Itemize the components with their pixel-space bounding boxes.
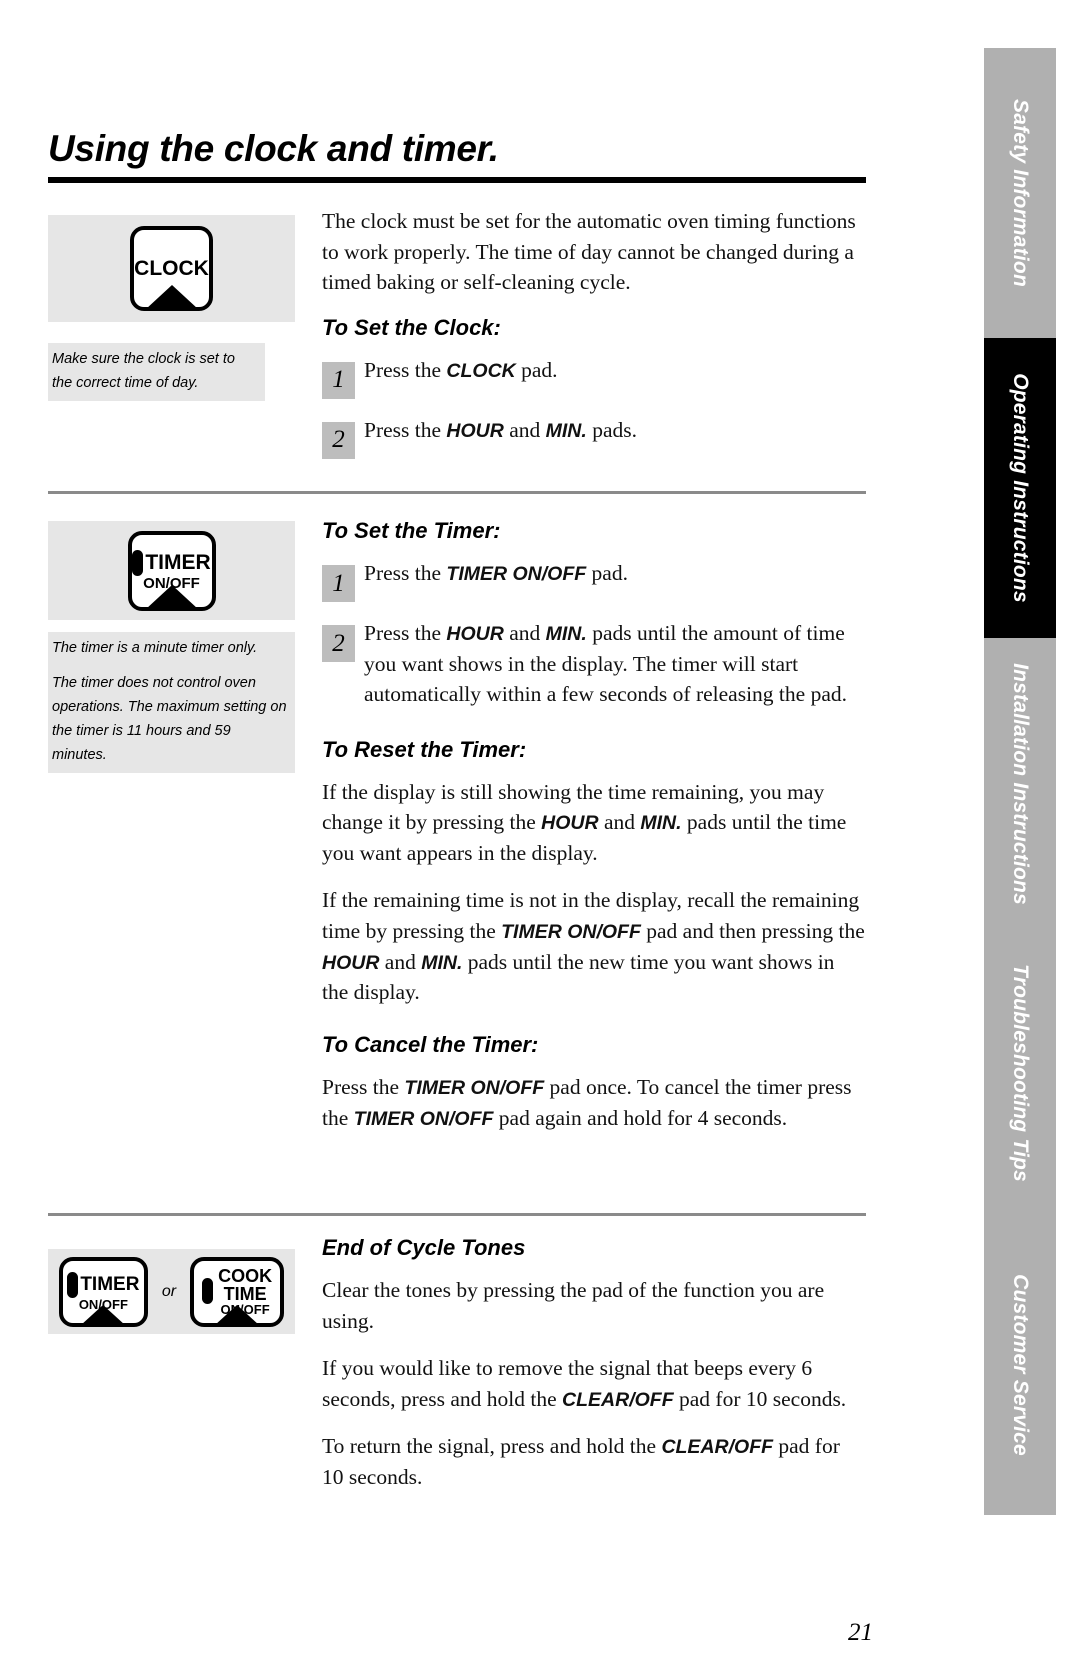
timer-cancel-heading: To Cancel the Timer: bbox=[322, 1031, 539, 1057]
tones-text-column: End of Cycle Tones Clear the tones by pr… bbox=[322, 1235, 866, 1509]
page-title: Using the clock and timer. bbox=[48, 128, 499, 169]
step-text: Press the HOUR and MIN. pads until the a… bbox=[364, 621, 847, 707]
timer-pad-label: TIMER bbox=[145, 551, 211, 575]
page-content: Using the clock and timer. CLOCK Make su… bbox=[0, 0, 895, 1669]
timer-note-2: The timer does not control oven operatio… bbox=[52, 674, 287, 763]
cook-pad-label-line1: COOK bbox=[218, 1265, 273, 1286]
step-number: 2 bbox=[322, 421, 355, 459]
timer-note: The timer is a minute timer only. The ti… bbox=[48, 632, 295, 773]
timer-step-2: 2 Press the HOUR and MIN. pads until the… bbox=[322, 618, 866, 710]
step-text: Press the CLOCK pad. bbox=[364, 357, 558, 382]
divider-after-clock bbox=[48, 491, 866, 494]
tab-operating-instructions[interactable]: Operating Instructions bbox=[984, 338, 1056, 638]
tab-troubleshooting-tips[interactable]: Troubleshooting Tips bbox=[984, 930, 1056, 1215]
clock-pad-illustration: CLOCK bbox=[48, 215, 295, 322]
tones-pads-illustration: TIMER ON/OFF or COOK TIME ON/OFF bbox=[48, 1249, 295, 1334]
tab-label: Troubleshooting Tips bbox=[1009, 963, 1033, 1182]
pad-notch-icon bbox=[145, 584, 198, 607]
clock-gutter: CLOCK Make sure the clock is set to the … bbox=[48, 215, 295, 401]
pad-indicator-icon bbox=[202, 1278, 214, 1305]
tones-p2: If you would like to remove the signal t… bbox=[322, 1356, 847, 1411]
timer-step-1: 1 Press the TIMER ON/OFF pad. bbox=[322, 558, 866, 602]
clock-note-text: Make sure the clock is set to the correc… bbox=[52, 351, 235, 391]
pad-notch-icon bbox=[215, 1304, 260, 1323]
timer-cancel-p: Press the TIMER ON/OFF pad once. To canc… bbox=[322, 1074, 852, 1130]
tones-p3: To return the signal, press and hold the… bbox=[322, 1434, 840, 1489]
tones-heading: End of Cycle Tones bbox=[322, 1235, 526, 1260]
clock-text-column: The clock must be set for the automatic … bbox=[322, 206, 866, 475]
timer-pad-inner: TIMER bbox=[67, 1271, 140, 1298]
tab-label: Operating Instructions bbox=[1009, 373, 1032, 603]
pad-indicator-icon bbox=[132, 549, 144, 576]
timer-pad-illustration: TIMER ON/OFF bbox=[48, 521, 295, 620]
page-title-block: Using the clock and timer. bbox=[48, 128, 866, 183]
clock-note: Make sure the clock is set to the correc… bbox=[48, 343, 265, 401]
pad-notch-icon bbox=[145, 285, 198, 307]
pad-notch-icon bbox=[81, 1304, 126, 1323]
manual-page: Safety Information Operating Instruction… bbox=[0, 0, 1080, 1669]
tab-customer-service[interactable]: Customer Service bbox=[984, 1215, 1056, 1515]
page-number: 21 bbox=[848, 1619, 873, 1646]
step-number: 1 bbox=[322, 361, 355, 399]
tab-label: Safety Information bbox=[1009, 99, 1032, 287]
timer-reset-p1: If the display is still showing the time… bbox=[322, 779, 847, 865]
step-text: Press the HOUR and MIN. pads. bbox=[364, 417, 637, 442]
tones-p1: Clear the tones by pressing the pad of t… bbox=[322, 1278, 825, 1333]
tab-label: Installation Instructions bbox=[1009, 663, 1033, 905]
timer-note-1: The timer is a minute timer only. bbox=[52, 640, 258, 656]
tab-installation-instructions[interactable]: Installation Instructions bbox=[984, 638, 1056, 930]
timer-text-column: To Set the Timer: 1 Press the TIMER ON/O… bbox=[322, 518, 866, 1150]
clock-pad: CLOCK bbox=[130, 226, 213, 311]
timer-pad-inner: TIMER bbox=[132, 549, 211, 576]
cook-pad-label-line2: TIME bbox=[223, 1283, 267, 1304]
clock-intro: The clock must be set for the automatic … bbox=[322, 209, 856, 295]
divider-after-timer bbox=[48, 1213, 866, 1216]
timer-pad: TIMER ON/OFF bbox=[127, 530, 216, 611]
section-tab-strip: Safety Information Operating Instruction… bbox=[972, 0, 1080, 1669]
clock-pad-inner: CLOCK bbox=[134, 258, 209, 279]
tones-gutter: TIMER ON/OFF or COOK TIME ON/OFF bbox=[48, 1249, 295, 1334]
step-number: 2 bbox=[322, 625, 355, 662]
clock-set-heading: To Set the Clock: bbox=[322, 314, 501, 340]
timer-set-heading: To Set the Timer: bbox=[322, 518, 501, 543]
cook-time-pad: COOK TIME ON/OFF bbox=[190, 1256, 285, 1327]
step-text: Press the TIMER ON/OFF pad. bbox=[364, 561, 628, 585]
clock-step-1: 1 Press the CLOCK pad. bbox=[322, 355, 866, 399]
step-number: 1 bbox=[322, 565, 355, 602]
timer-reset-heading: To Reset the Timer: bbox=[322, 736, 527, 762]
timer-gutter: TIMER ON/OFF The timer is a minute timer… bbox=[48, 521, 295, 773]
timer-on-off-pad: TIMER ON/OFF bbox=[58, 1256, 148, 1327]
clock-step-2: 2 Press the HOUR and MIN. pads. bbox=[322, 415, 866, 459]
timer-reset-p2: If the remaining time is not in the disp… bbox=[322, 888, 865, 1005]
tab-safety-information[interactable]: Safety Information bbox=[984, 48, 1056, 338]
or-label: or bbox=[161, 1282, 177, 1300]
clock-pad-label: CLOCK bbox=[134, 257, 209, 280]
tab-label: Customer Service bbox=[1009, 1274, 1033, 1456]
pad-indicator-icon bbox=[67, 1271, 79, 1298]
title-divider bbox=[48, 177, 866, 183]
timer-pad-label: TIMER bbox=[80, 1274, 140, 1296]
